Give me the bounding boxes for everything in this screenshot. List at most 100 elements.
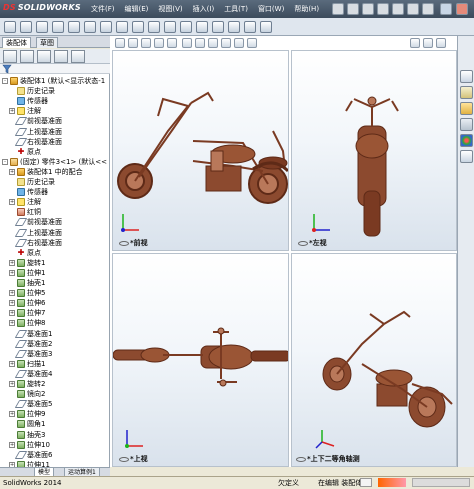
tree-item[interactable]: + 拉伸10 [9,440,50,450]
configuration-manager-icon[interactable] [37,50,51,63]
interference-detection-icon[interactable] [180,21,192,33]
filter-icon[interactable] [2,64,12,74]
linear-pattern-icon[interactable] [36,21,48,33]
tree-expander-icon[interactable]: + [9,381,15,387]
tree-item[interactable]: 基准面1 [9,329,52,339]
menu-edit[interactable]: 编辑(E) [120,0,154,18]
smart-fasteners-icon[interactable] [52,21,64,33]
zoom-to-area-icon[interactable] [128,38,138,48]
tree-item[interactable]: 抽壳1 [9,278,45,288]
menu-help[interactable]: 帮助(H) [289,0,324,18]
units-icon[interactable] [360,478,372,487]
viewport-isometric-label[interactable]: *上下二等角轴测 [296,454,360,464]
tree-item[interactable]: 抽壳3 [9,430,45,440]
view-settings-icon[interactable] [247,38,257,48]
dynamic-annotation-icon[interactable] [167,38,177,48]
display-style-icon[interactable] [195,38,205,48]
tree-expander-icon[interactable]: + [9,310,15,317]
file-explorer-icon[interactable] [460,102,473,115]
view-orientation-icon[interactable] [244,21,256,33]
apply-scene-icon[interactable] [234,38,244,48]
tree-expander-icon[interactable]: + [9,269,15,276]
edit-appearance-icon[interactable] [221,38,231,48]
tree-item[interactable]: + 拉伸5 [9,288,45,298]
graphics-area[interactable]: *前视 *左视 *上视 *上下二等角轴测 [110,36,457,467]
viewport-isometric[interactable]: *上下二等角轴测 [291,253,457,467]
tree-item[interactable]: 基准面5 [9,399,52,409]
rebuild-icon[interactable] [407,3,419,15]
tree-item[interactable]: 传感器 [9,187,48,197]
print-icon[interactable] [377,3,389,15]
previous-view-icon[interactable] [141,38,151,48]
clearance-verification-icon[interactable] [196,21,208,33]
mate-icon[interactable] [20,21,32,33]
tree-item[interactable]: + 注解 [9,106,41,116]
tree-expander-icon[interactable]: + [9,108,15,115]
tree-item[interactable]: - (固定) 零件3<1> (默认<< [2,157,107,167]
menu-insert[interactable]: 插入(I) [188,0,220,18]
minimize-icon[interactable] [440,3,452,15]
options-icon[interactable] [422,3,434,15]
tree-item[interactable]: + 拉伸9 [9,409,45,419]
menu-window[interactable]: 窗口(W) [253,0,289,18]
solidworks-resources-icon[interactable] [460,70,473,83]
tree-item[interactable]: 右视基准面 [9,238,62,248]
viewport-front[interactable]: *前视 [112,50,289,251]
tree-item[interactable]: 圆角1 [9,419,45,429]
tree-item[interactable]: 基准面2 [9,339,52,349]
tree-item[interactable]: + 旋转2 [9,379,45,389]
tree-item[interactable]: + 拉伸8 [9,318,45,328]
bill-of-materials-icon[interactable] [148,21,160,33]
viewport-front-label[interactable]: *前视 [119,238,148,248]
viewport-left[interactable]: *左视 [291,50,457,251]
tree-item[interactable]: - 装配体1 (默认<显示状态-1 [2,76,105,86]
tree-item[interactable]: 红铜 [9,207,41,217]
menu-view[interactable]: 视图(V) [153,0,187,18]
tree-item[interactable]: 上视基准面 [9,127,62,137]
tree-item[interactable]: + 拉伸7 [9,308,45,318]
design-library-icon[interactable] [460,86,473,99]
tab-assembly[interactable]: 装配体 [2,37,31,48]
tree-expander-icon[interactable]: + [9,290,15,297]
zoom-to-fit-icon[interactable] [115,38,125,48]
tree-item[interactable]: 前视基准面 [9,217,62,227]
tree-item[interactable]: 基准面4 [9,369,52,379]
insert-component-icon[interactable] [4,21,16,33]
save-icon[interactable] [362,3,374,15]
tree-item[interactable]: 右视基准面 [9,137,62,147]
appearances-scenes-icon[interactable] [460,134,473,147]
tree-item[interactable]: + 装配体1 中的配合 [9,167,83,177]
tree-expander-icon[interactable]: + [9,320,15,327]
tree-expander-icon[interactable]: + [9,411,15,418]
undo-icon[interactable] [392,3,404,15]
viewport-maximize-icon[interactable] [423,38,433,48]
tree-expander-icon[interactable]: + [9,441,15,448]
tree-expander-icon[interactable]: + [9,259,15,266]
view-orientation-icon[interactable] [182,38,192,48]
viewport-left-label[interactable]: *左视 [298,238,327,248]
property-manager-icon[interactable] [20,50,34,63]
tree-item[interactable]: 基准面3 [9,349,52,359]
tree-expander-icon[interactable]: + [9,360,15,367]
tree-expander-icon[interactable]: + [9,199,15,206]
tree-item[interactable]: ✚ 原点 [9,248,41,258]
tree-expander-icon[interactable]: - [2,78,8,84]
tree-item[interactable]: ✚ 原点 [9,147,41,157]
open-icon[interactable] [347,3,359,15]
viewport-restore-icon[interactable] [410,38,420,48]
tree-expander-icon[interactable]: + [9,300,15,307]
tab-sketch[interactable]: 草图 [36,37,58,48]
tree-item[interactable]: + 拉伸6 [9,298,45,308]
hide-show-items-icon[interactable] [208,38,218,48]
display-manager-icon[interactable] [71,50,85,63]
tree-item[interactable]: 传感器 [9,96,48,106]
view-palette-icon[interactable] [460,118,473,131]
tree-item[interactable]: 历史记录 [9,177,55,187]
tree-item[interactable]: 基准面6 [9,450,52,460]
feature-manager-tree[interactable]: - 装配体1 (默认<显示状态-1 历史记录 传感器 + 注解 前视基准面 上视基准面 右视基准… [0,74,110,467]
help-icon[interactable] [412,478,470,487]
feature-manager-icon[interactable] [3,50,17,63]
move-component-icon[interactable] [68,21,80,33]
close-icon[interactable] [456,3,468,15]
reference-geometry-icon[interactable] [116,21,128,33]
